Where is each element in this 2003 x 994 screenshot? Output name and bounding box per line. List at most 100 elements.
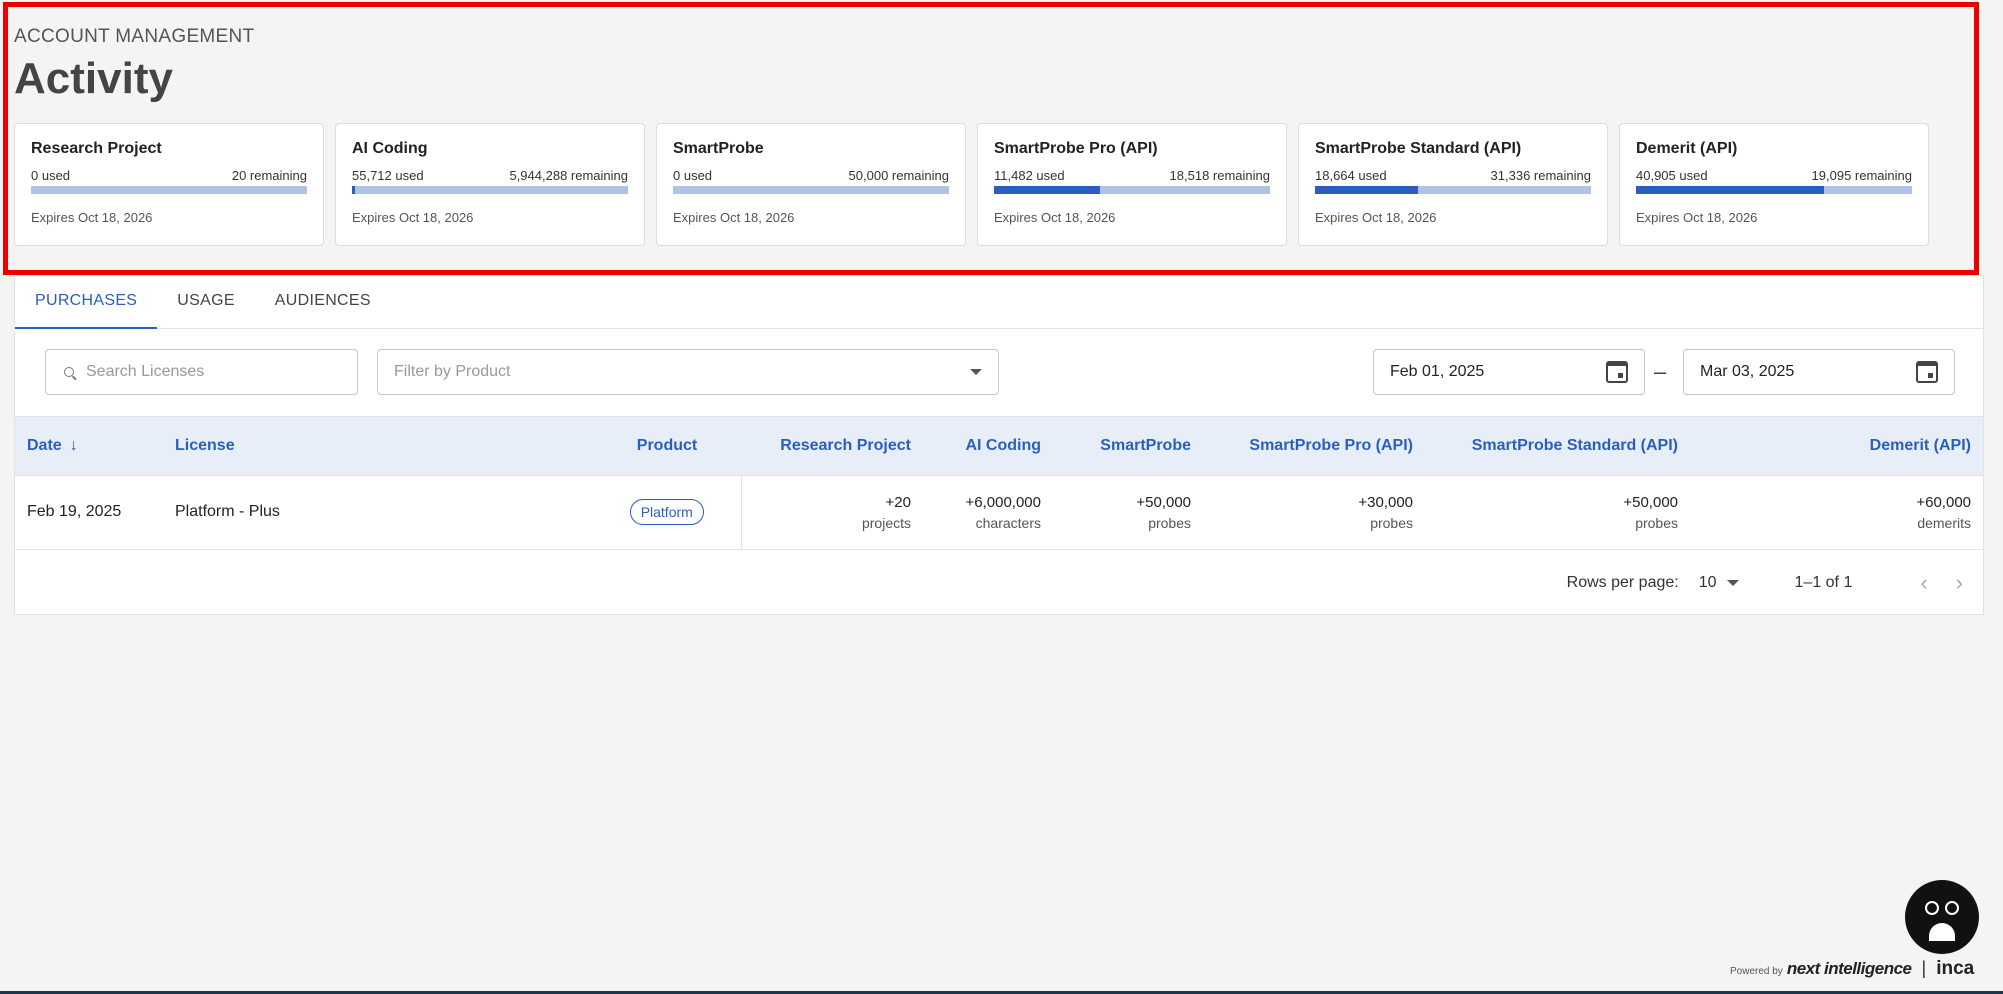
column-research-project[interactable]: Research Project [741,417,923,476]
usage-bar-fill [1315,186,1419,194]
page-header: ACCOUNT MANAGEMENT Activity [14,26,254,104]
cell-unit: demerits [1917,514,1971,531]
license-card-smartprobe: SmartProbe 0 used 50,000 remaining Expire… [656,123,966,246]
page-range: 1–1 of 1 [1794,574,1853,591]
usage-bar-fill [994,186,1100,194]
card-used: 55,712 used [352,168,424,183]
table-header-row: Date ↓ License Product Research Project A… [15,417,1983,476]
date-to-input[interactable]: Mar 03, 2025 [1683,349,1955,395]
card-title: AI Coding [352,140,428,157]
date-range-separator: – [1654,359,1667,384]
date-from-value: Feb 01, 2025 [1390,363,1485,380]
cell-product: Platform [593,475,741,550]
page-title: Activity [14,54,173,103]
license-cards: Research Project 0 used 20 remaining Expi… [14,123,1929,246]
card-title: SmartProbe [673,140,764,157]
card-title: Demerit (API) [1636,140,1738,157]
column-date-label: Date [27,436,62,454]
sort-down-icon[interactable]: ↓ [70,437,78,454]
card-used: 18,664 used [1315,168,1387,183]
search-icon [64,367,74,377]
usage-bar [1315,186,1591,194]
card-used: 0 used [673,168,713,183]
card-used: 0 used [31,168,71,183]
cell-smartprobe-pro: +30,000 probes [1203,475,1425,550]
card-remaining: 20 remaining [231,168,307,183]
column-smartprobe[interactable]: SmartProbe [1053,417,1203,476]
glasses-character-icon [1925,893,1959,941]
assistant-avatar-button[interactable] [1905,880,1979,954]
pagination: Rows per page: 10 1–1 of 1 ‹ › [15,550,1983,617]
cell-unit: characters [975,514,1041,531]
tab-usage[interactable]: USAGE [157,276,255,329]
card-title: Research Project [31,140,162,157]
section-title: ACCOUNT MANAGEMENT [14,26,255,47]
cell-unit: projects [861,514,911,531]
card-used: 11,482 used [994,168,1065,183]
filter-bar: Search Licenses Filter by Product Feb 01… [15,329,1983,417]
card-remaining: 5,944,288 remaining [509,168,628,183]
cell-smartprobe: +50,000 probes [1053,475,1203,550]
date-to-value: Mar 03, 2025 [1700,363,1795,380]
cell-smartprobe-standard: +50,000 probes [1425,475,1690,550]
card-expiry: Expires Oct 18, 2026 [1315,210,1437,225]
cell-demerit: +60,000 demerits [1690,475,1983,550]
license-card-smartprobe-standard: SmartProbe Standard (API) 18,664 used 31,… [1298,123,1608,246]
search-input[interactable]: Search Licenses [45,349,358,395]
cell-research-project: +20 projects [740,475,923,550]
usage-bar [31,186,307,194]
column-smartprobe-pro[interactable]: SmartProbe Pro (API) [1203,417,1425,476]
license-card-smartprobe-pro: SmartProbe Pro (API) 11,482 used 18,518 r… [977,123,1287,246]
cell-value: +50,000 [1623,493,1678,511]
license-card-demerit: Demerit (API) 40,905 used 19,095 remainin… [1619,123,1929,246]
column-product[interactable]: Product [593,417,741,476]
usage-bar-fill [1636,186,1825,194]
tab-audiences[interactable]: AUDIENCES [255,276,391,329]
previous-page-icon[interactable]: ‹ [1920,570,1927,596]
card-remaining: 18,518 remaining [1169,168,1270,183]
cell-license: Platform - Plus [163,475,593,550]
next-page-icon[interactable]: › [1956,570,1963,596]
cell-date: Feb 19, 2025 [15,475,163,550]
usage-bar [352,186,628,194]
card-remaining: 50,000 remaining [848,168,949,183]
product-chip: Platform [629,499,704,525]
cell-value: +60,000 [1916,493,1971,511]
card-expiry: Expires Oct 18, 2026 [1636,210,1758,225]
card-expiry: Expires Oct 18, 2026 [31,210,153,225]
card-remaining: 31,336 remaining [1490,168,1591,183]
cell-unit: probes [1148,514,1191,531]
cell-value: +6,000,000 [965,493,1042,511]
chevron-down-icon [1726,580,1739,586]
column-license[interactable]: License [163,417,593,476]
chevron-down-icon [970,369,982,375]
product-filter-select[interactable]: Filter by Product [377,349,999,395]
usage-bar [673,186,949,194]
usage-bar-fill [352,186,355,194]
cell-value: +20 [885,493,911,511]
card-remaining: 19,095 remaining [1811,168,1912,183]
usage-bar [1636,186,1912,194]
column-smartprobe-standard[interactable]: SmartProbe Standard (API) [1425,417,1690,476]
card-title: SmartProbe Pro (API) [994,140,1158,157]
activity-panel: PURCHASES USAGE AUDIENCES Search License… [14,275,1984,615]
rows-per-page-select[interactable]: 10 [1699,574,1739,592]
search-placeholder: Search Licenses [86,363,205,380]
date-from-input[interactable]: Feb 01, 2025 [1373,349,1645,395]
card-expiry: Expires Oct 18, 2026 [352,210,474,225]
column-demerit[interactable]: Demerit (API) [1690,417,1983,476]
tab-purchases[interactable]: PURCHASES [15,276,158,329]
card-title: SmartProbe Standard (API) [1315,140,1522,157]
table-row[interactable]: Feb 19, 2025 Platform - Plus Platform +2… [15,475,1983,550]
brand-logo-text: next intelligence [1786,959,1912,978]
cell-value: +50,000 [1136,493,1191,511]
column-ai-coding[interactable]: AI Coding [923,417,1053,476]
product-filter-placeholder: Filter by Product [394,363,511,380]
column-date[interactable]: Date ↓ [15,417,163,476]
card-expiry: Expires Oct 18, 2026 [673,210,795,225]
cell-value: +30,000 [1358,493,1413,511]
calendar-icon[interactable] [1916,361,1938,383]
rows-per-page-value: 10 [1698,574,1717,591]
license-card-research-project: Research Project 0 used 20 remaining Expi… [14,123,324,246]
calendar-icon[interactable] [1606,361,1628,383]
